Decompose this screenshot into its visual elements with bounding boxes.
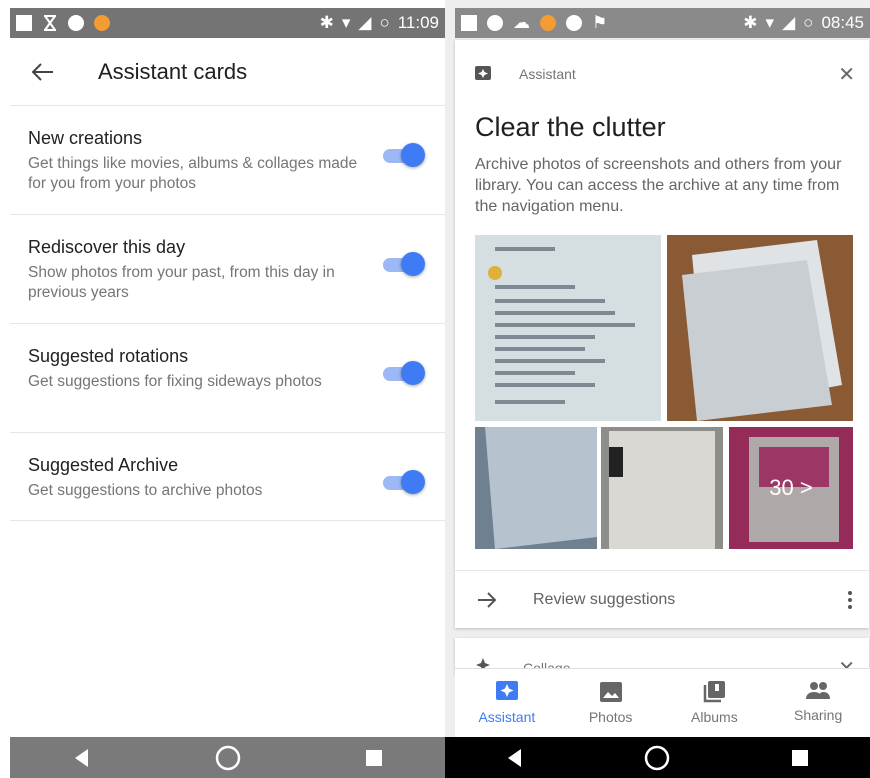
status-time: 08:45 xyxy=(821,13,864,32)
battery-icon: ○ xyxy=(803,13,814,32)
tab-albums[interactable]: Albums xyxy=(663,669,767,737)
rotations-toggle[interactable] xyxy=(383,361,425,385)
setting-row-new-creations[interactable]: New creations Get things like movies, al… xyxy=(10,106,445,215)
nav-recents-icon[interactable] xyxy=(790,748,810,768)
sharing-icon xyxy=(806,682,831,699)
app-bar: Assistant cards xyxy=(10,38,445,106)
settings-screen: ✱ ▾ ◢ ○ 11:09 Assistant cards New creati… xyxy=(0,0,445,778)
system-nav-bar-right xyxy=(445,737,870,778)
archive-toggle[interactable] xyxy=(383,470,425,494)
back-arrow-icon xyxy=(32,62,53,81)
photo-thumbnail[interactable] xyxy=(667,235,853,421)
close-icon[interactable]: ✕ xyxy=(838,62,855,87)
card-title: Clear the clutter xyxy=(475,112,666,142)
card-footer: Review suggestions xyxy=(455,570,869,628)
setting-row-rediscover[interactable]: Rediscover this day Show photos from you… xyxy=(10,215,445,324)
setting-title: Suggested rotations xyxy=(28,346,189,366)
nav-home-icon[interactable] xyxy=(215,745,241,771)
setting-title: Suggested Archive xyxy=(28,455,179,475)
cloud-icon: ☁ xyxy=(513,13,530,32)
status-bar: ✱ ▾ ◢ ○ 11:09 xyxy=(10,8,445,38)
albums-icon xyxy=(704,681,726,703)
new-creations-toggle[interactable] xyxy=(383,143,425,167)
photos-icon xyxy=(599,682,622,702)
clear-clutter-card: Assistant ✕ Clear the clutter Archive ph… xyxy=(455,40,869,628)
assistant-icon xyxy=(495,681,518,700)
photo-thumbnail[interactable] xyxy=(601,427,723,549)
image-notification-icon xyxy=(461,15,477,31)
setting-description: Get suggestions to archive photos xyxy=(28,482,263,499)
system-nav-bar xyxy=(10,737,445,778)
card-body: Archive photos of screenshots and others… xyxy=(475,156,842,215)
more-count: 30 > xyxy=(729,427,853,549)
app-notification-icon xyxy=(94,15,110,31)
tab-assistant[interactable]: Assistant xyxy=(455,669,559,737)
app-notification-icon xyxy=(540,15,556,31)
arrow-right-icon xyxy=(477,591,499,608)
tab-label: Sharing xyxy=(793,707,843,723)
bluetooth-icon: ✱ xyxy=(319,13,334,32)
phone-notification-icon xyxy=(487,15,503,31)
setting-description: Show photos from your past, from this da… xyxy=(28,264,335,301)
photo-thumbnail[interactable] xyxy=(475,235,661,421)
phone-notification-icon xyxy=(68,15,84,31)
bluetooth-icon: ✱ xyxy=(743,13,758,32)
battery-icon: ○ xyxy=(379,13,390,32)
tab-photos[interactable]: Photos xyxy=(559,669,663,737)
sync-icon xyxy=(566,15,582,31)
setting-description: Get suggestions for fixing sideways phot… xyxy=(28,373,322,390)
assistant-icon xyxy=(475,66,491,80)
wifi-icon: ▾ xyxy=(765,13,775,32)
setting-description: Get things like movies, albums & collage… xyxy=(28,155,358,192)
card-label: Assistant xyxy=(519,66,576,82)
status-time: 11:09 xyxy=(397,13,439,32)
nav-back-icon[interactable] xyxy=(505,748,525,768)
setting-title: Rediscover this day xyxy=(28,237,186,257)
more-photos-thumbnail[interactable]: 30 > xyxy=(729,427,853,549)
tab-sharing[interactable]: Sharing xyxy=(766,669,870,737)
status-bar: ☁ ⚑ ✱ ▾ ◢ ○ 08:45 xyxy=(455,8,870,38)
hourglass-icon xyxy=(42,15,58,31)
signal-icon: ◢ xyxy=(358,13,372,32)
setting-row-archive[interactable]: Suggested Archive Get suggestions to arc… xyxy=(10,433,445,521)
tab-label: Albums xyxy=(691,709,738,725)
page-title: Assistant cards xyxy=(98,58,248,84)
review-suggestions-button[interactable]: Review suggestions xyxy=(533,591,675,609)
signal-icon: ◢ xyxy=(782,13,796,32)
setting-title: New creations xyxy=(28,128,143,148)
wifi-icon: ▾ xyxy=(341,13,351,32)
image-notification-icon xyxy=(16,15,32,31)
photo-thumbnail[interactable] xyxy=(475,427,597,549)
flag-icon: ⚑ xyxy=(592,13,608,32)
more-options-icon[interactable] xyxy=(847,590,853,609)
assistant-screen: ☁ ⚑ ✱ ▾ ◢ ○ 08:45 Assistant ✕ Clear the … xyxy=(445,0,870,778)
setting-row-rotations[interactable]: Suggested rotations Get suggestions for … xyxy=(10,324,445,433)
back-button[interactable] xyxy=(18,47,68,97)
card-header: Assistant ✕ xyxy=(475,62,855,86)
rediscover-toggle[interactable] xyxy=(383,252,425,276)
nav-recents-icon[interactable] xyxy=(364,748,384,768)
tab-label: Photos xyxy=(588,709,633,725)
nav-home-icon[interactable] xyxy=(644,745,670,771)
nav-back-icon[interactable] xyxy=(72,748,92,768)
tab-label: Assistant xyxy=(478,709,536,725)
bottom-navigation: Assistant Photos Albums Sharing xyxy=(455,668,870,737)
